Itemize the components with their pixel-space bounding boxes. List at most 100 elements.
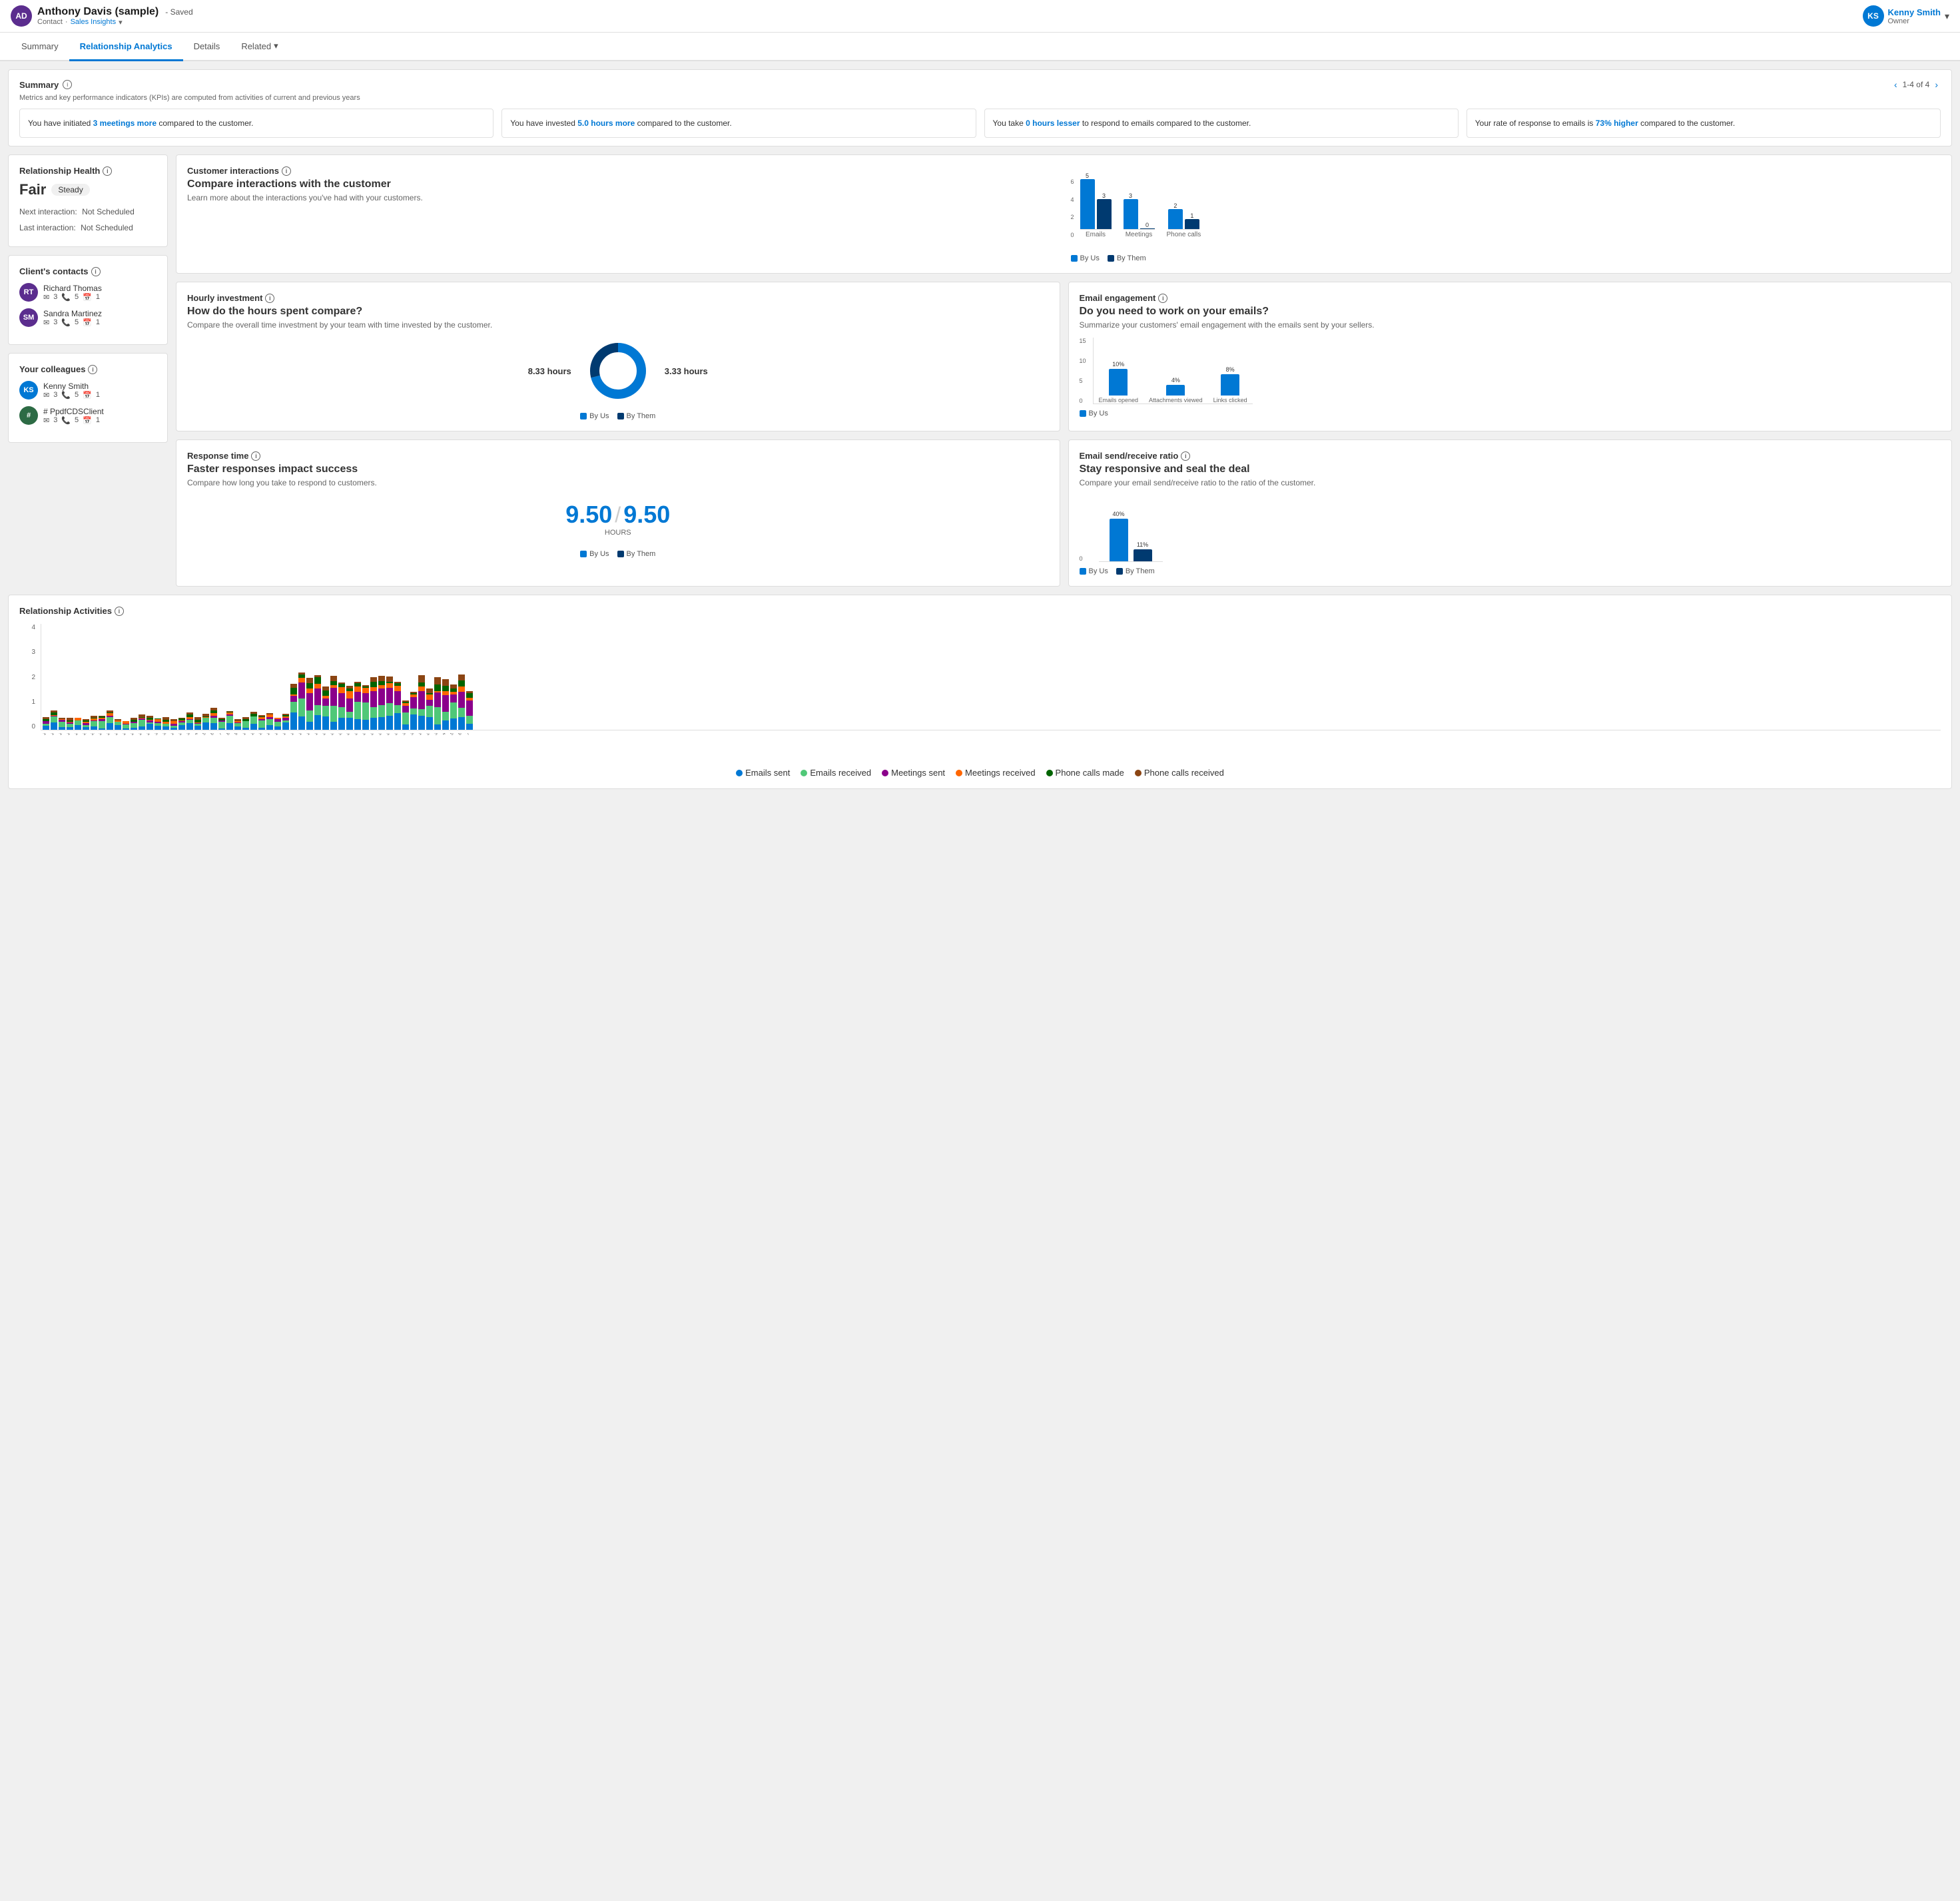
- sr-title-text: Email send/receive ratio: [1080, 451, 1179, 461]
- last-label: Last interaction:: [19, 223, 76, 232]
- ppdf-stats: ✉3 📞5 📅1: [43, 416, 104, 425]
- activity-bar-group: [242, 717, 249, 730]
- sr-legend-them: By Them: [1116, 567, 1155, 575]
- eng-links-label: Links clicked: [1213, 397, 1247, 404]
- hourly-legend: By Us By Them: [187, 412, 1049, 420]
- clients-info-icon[interactable]: i: [91, 267, 101, 276]
- separator: ·: [65, 18, 68, 26]
- emails-us-bar: [1080, 179, 1095, 229]
- y-label-2: 2: [31, 674, 35, 681]
- by-us-hours-label: 8.33 hours: [528, 366, 571, 376]
- next-label: Next interaction:: [19, 207, 77, 216]
- interactions-title-text: Customer interactions: [187, 166, 279, 176]
- email-icon-2: ✉: [43, 318, 49, 327]
- emails-sent-icon: [736, 770, 743, 776]
- nav-related-label: Related: [241, 41, 271, 51]
- hourly-info-icon[interactable]: i: [265, 294, 274, 303]
- prev-page-button[interactable]: ‹: [1891, 78, 1900, 91]
- activity-bar-group: [450, 684, 457, 730]
- summary-info-icon[interactable]: i: [63, 80, 72, 89]
- legend-by-them: By Them: [1108, 254, 1146, 262]
- health-info-icon[interactable]: i: [103, 166, 112, 176]
- activity-bar-group: [202, 714, 209, 730]
- summary-card-4: Your rate of response to emails is 73% h…: [1467, 109, 1941, 138]
- clients-contacts-card: Client's contacts i RT Richard Thomas ✉3…: [8, 255, 168, 345]
- sandra-meetings: 1: [96, 318, 100, 326]
- ppdf-name: # PpdfCDSClient: [43, 407, 104, 416]
- activity-bar-group: [354, 682, 361, 730]
- nav-item-relationship-analytics[interactable]: Relationship Analytics: [69, 33, 183, 61]
- health-value-text: Fair: [19, 181, 46, 198]
- activity-bar-group: [115, 719, 121, 730]
- activity-bar-group: [218, 718, 225, 730]
- response-us-dot: [580, 551, 587, 557]
- user-profile[interactable]: KS Kenny Smith Owner ▾: [1863, 5, 1950, 27]
- hourly-title: Hourly investment i: [187, 293, 1049, 303]
- meetings-received-icon: [956, 770, 962, 776]
- kenny-stats: ✉3 📞5 📅1: [43, 391, 100, 400]
- phonecalls-them-bar: [1185, 219, 1199, 229]
- email-eng-heading: Do you need to work on your emails?: [1080, 306, 1941, 318]
- by-us-dot: [1071, 255, 1078, 262]
- response-us-label: By Us: [589, 550, 609, 558]
- meetings-us-bar-container: 3: [1124, 169, 1138, 229]
- activity-bar-group: [378, 676, 385, 730]
- eng-us-label: By Us: [1089, 409, 1108, 417]
- next-interaction: Next interaction: Not Scheduled: [19, 204, 157, 220]
- email-eng-info-icon[interactable]: i: [1158, 294, 1167, 303]
- nav-item-details[interactable]: Details: [183, 33, 231, 61]
- legend-by-us: By Us: [1071, 254, 1100, 262]
- sr-info-icon[interactable]: i: [1181, 451, 1190, 461]
- activity-bar-group: [155, 718, 161, 730]
- activity-bar-group: [290, 684, 297, 730]
- interactions-chart-area: 0246 5 3: [1071, 178, 1941, 262]
- sr-chart: 0 40% 11%: [1080, 495, 1941, 562]
- phone-icon-4: 📞: [61, 416, 71, 425]
- health-value: Fair Steady: [19, 181, 157, 198]
- user-chevron-icon[interactable]: ▾: [1945, 11, 1949, 22]
- hourly-title-text: Hourly investment: [187, 293, 262, 303]
- response-time-card: Response time i Faster responses impact …: [176, 439, 1060, 587]
- interaction-info: Next interaction: Not Scheduled Last int…: [19, 204, 157, 236]
- activities-info-icon[interactable]: i: [115, 607, 124, 616]
- activity-bar-group: [170, 719, 177, 730]
- by-us-hours-value: 8.33 hours: [528, 366, 571, 376]
- next-page-button[interactable]: ›: [1932, 78, 1941, 91]
- activity-bar-group: [418, 675, 425, 730]
- richard-meetings: 1: [96, 293, 100, 301]
- user-avatar: KS: [1863, 5, 1884, 27]
- summary-title: Summary: [19, 80, 59, 90]
- response-legend: By Us By Them: [187, 550, 1049, 558]
- activities-bars-container: // Inline script to generate bars const …: [41, 624, 1941, 730]
- contact-subtitle: Contact · Sales Insights ▾: [37, 18, 193, 27]
- eng-y-axis: 051015: [1080, 338, 1090, 404]
- header-right: KS Kenny Smith Owner ▾: [1863, 5, 1950, 27]
- colleagues-info-icon[interactable]: i: [88, 365, 97, 374]
- response-legend-us: By Us: [580, 550, 609, 558]
- y-label-3: 3: [31, 649, 35, 656]
- customer-interactions-card: Customer interactions i Compare interact…: [176, 154, 1952, 274]
- activity-bar-group: [442, 679, 449, 730]
- interactions-info-icon[interactable]: i: [282, 166, 291, 176]
- meetings-them-bar-container: 0: [1140, 169, 1155, 229]
- sr-them-group: 11%: [1134, 541, 1152, 561]
- contact-name: Anthony Davis (sample): [37, 6, 159, 18]
- saved-badge: - Saved: [165, 7, 192, 17]
- clients-contacts-label: Client's contacts: [19, 266, 89, 276]
- email-icon-3: ✉: [43, 391, 49, 400]
- emails-us-value: 5: [1086, 172, 1089, 179]
- colleagues-title: Your colleagues i: [19, 364, 157, 374]
- response-info-icon[interactable]: i: [251, 451, 260, 461]
- richard-emails: 3: [53, 293, 57, 301]
- email-eng-legend: By Us: [1080, 409, 1941, 417]
- nav-item-summary[interactable]: Summary: [11, 33, 69, 61]
- meetings-bar-group: 3 0 Meetings: [1124, 170, 1155, 238]
- meetings-us-bar: [1124, 199, 1138, 229]
- nav-item-related[interactable]: Related ▾: [230, 33, 288, 61]
- activity-bar-group: [314, 675, 321, 730]
- richard-stats: ✉3 📞5 📅1: [43, 293, 102, 302]
- phonecalls-bar-group: 2 1 Phone calls: [1167, 170, 1201, 238]
- sandra-name: Sandra Martinez: [43, 309, 102, 318]
- left-sidebar: Relationship Health i Fair Steady Next i…: [8, 154, 168, 587]
- interactions-desc: Learn more about the interactions you've…: [187, 193, 1058, 202]
